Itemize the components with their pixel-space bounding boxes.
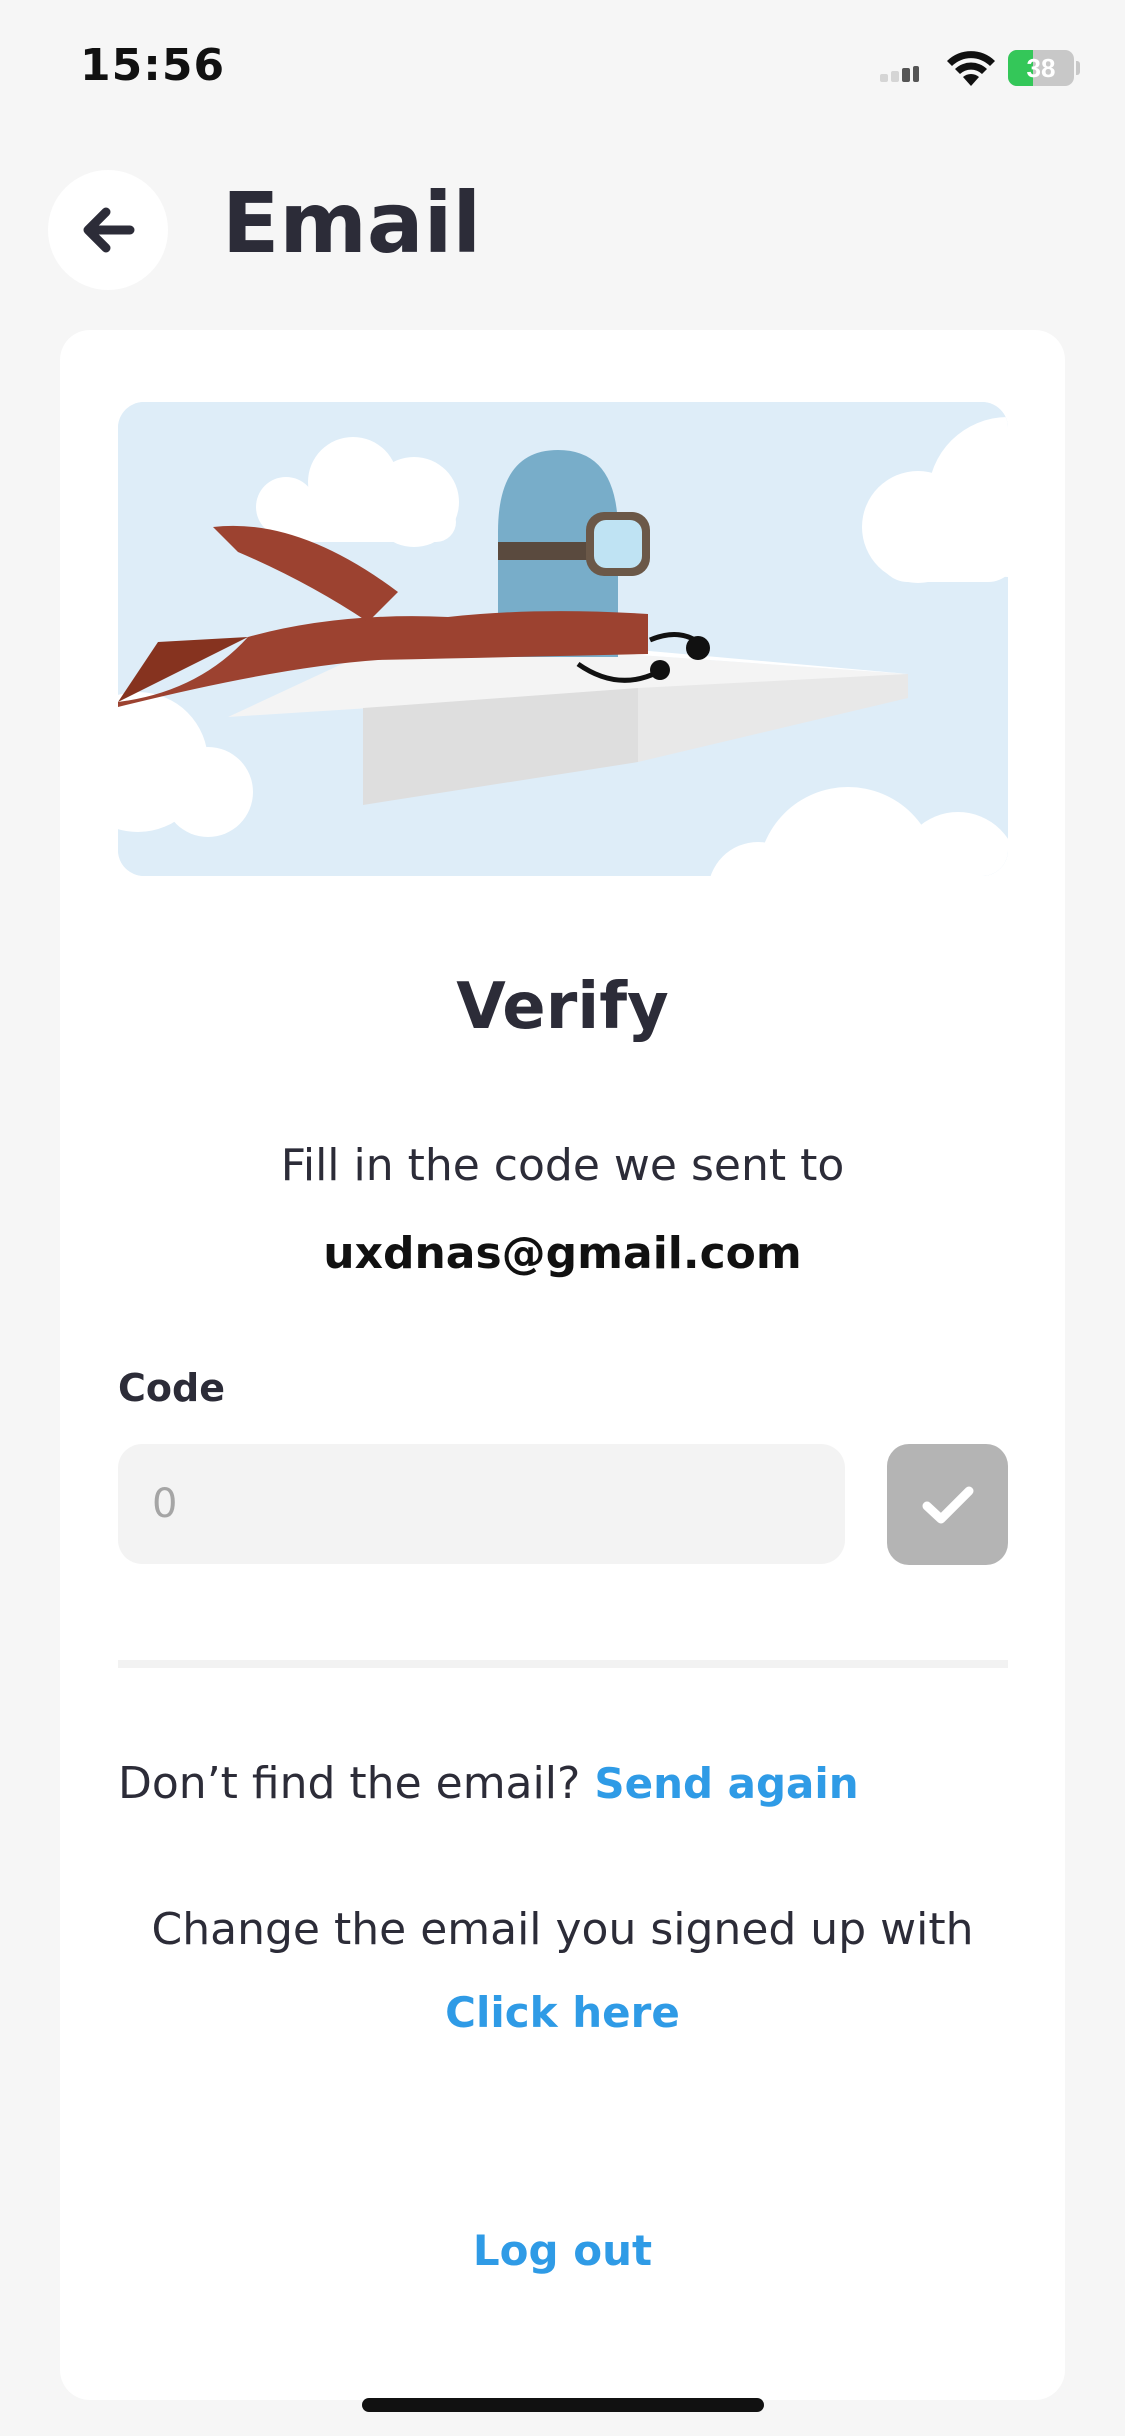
divider (118, 1660, 1008, 1668)
verify-email-screen: 15:56 38 Email Verify Fill in the code w… (0, 0, 1125, 2436)
verify-subtitle: Fill in the code we sent to (280, 1140, 845, 1191)
back-button[interactable] (48, 170, 168, 290)
battery-level: 38 (1026, 53, 1056, 83)
battery-icon: 38 (1008, 50, 1080, 86)
arrow-left-icon (83, 207, 135, 253)
change-email-text: Change the email you signed up with (151, 1904, 974, 1955)
send-again-link[interactable]: Send again (594, 1759, 858, 1808)
verify-card: Verify Fill in the code we sent to uxdna… (60, 330, 1065, 2400)
code-label: Code (118, 1366, 225, 1410)
status-bar: 15:56 38 (0, 0, 1125, 130)
verify-title: Verify (456, 970, 669, 1044)
home-indicator (362, 2398, 764, 2412)
submit-code-button[interactable] (887, 1444, 1008, 1565)
paper-plane-illustration (118, 402, 1008, 876)
page-title: Email (222, 174, 482, 272)
code-input[interactable] (118, 1444, 845, 1564)
change-email-link[interactable]: Click here (445, 1988, 680, 2037)
checkmark-icon (922, 1486, 973, 1523)
logout-link[interactable]: Log out (473, 2226, 652, 2275)
resend-prompt: Don’t find the email? (118, 1758, 581, 1809)
wifi-icon (947, 51, 995, 86)
status-time: 15:56 (80, 40, 226, 91)
email-address: uxdnas@gmail.com (323, 1228, 802, 1279)
cellular-signal-icon (880, 66, 920, 82)
resend-row: Don’t find the email? Send again (118, 1758, 859, 1809)
